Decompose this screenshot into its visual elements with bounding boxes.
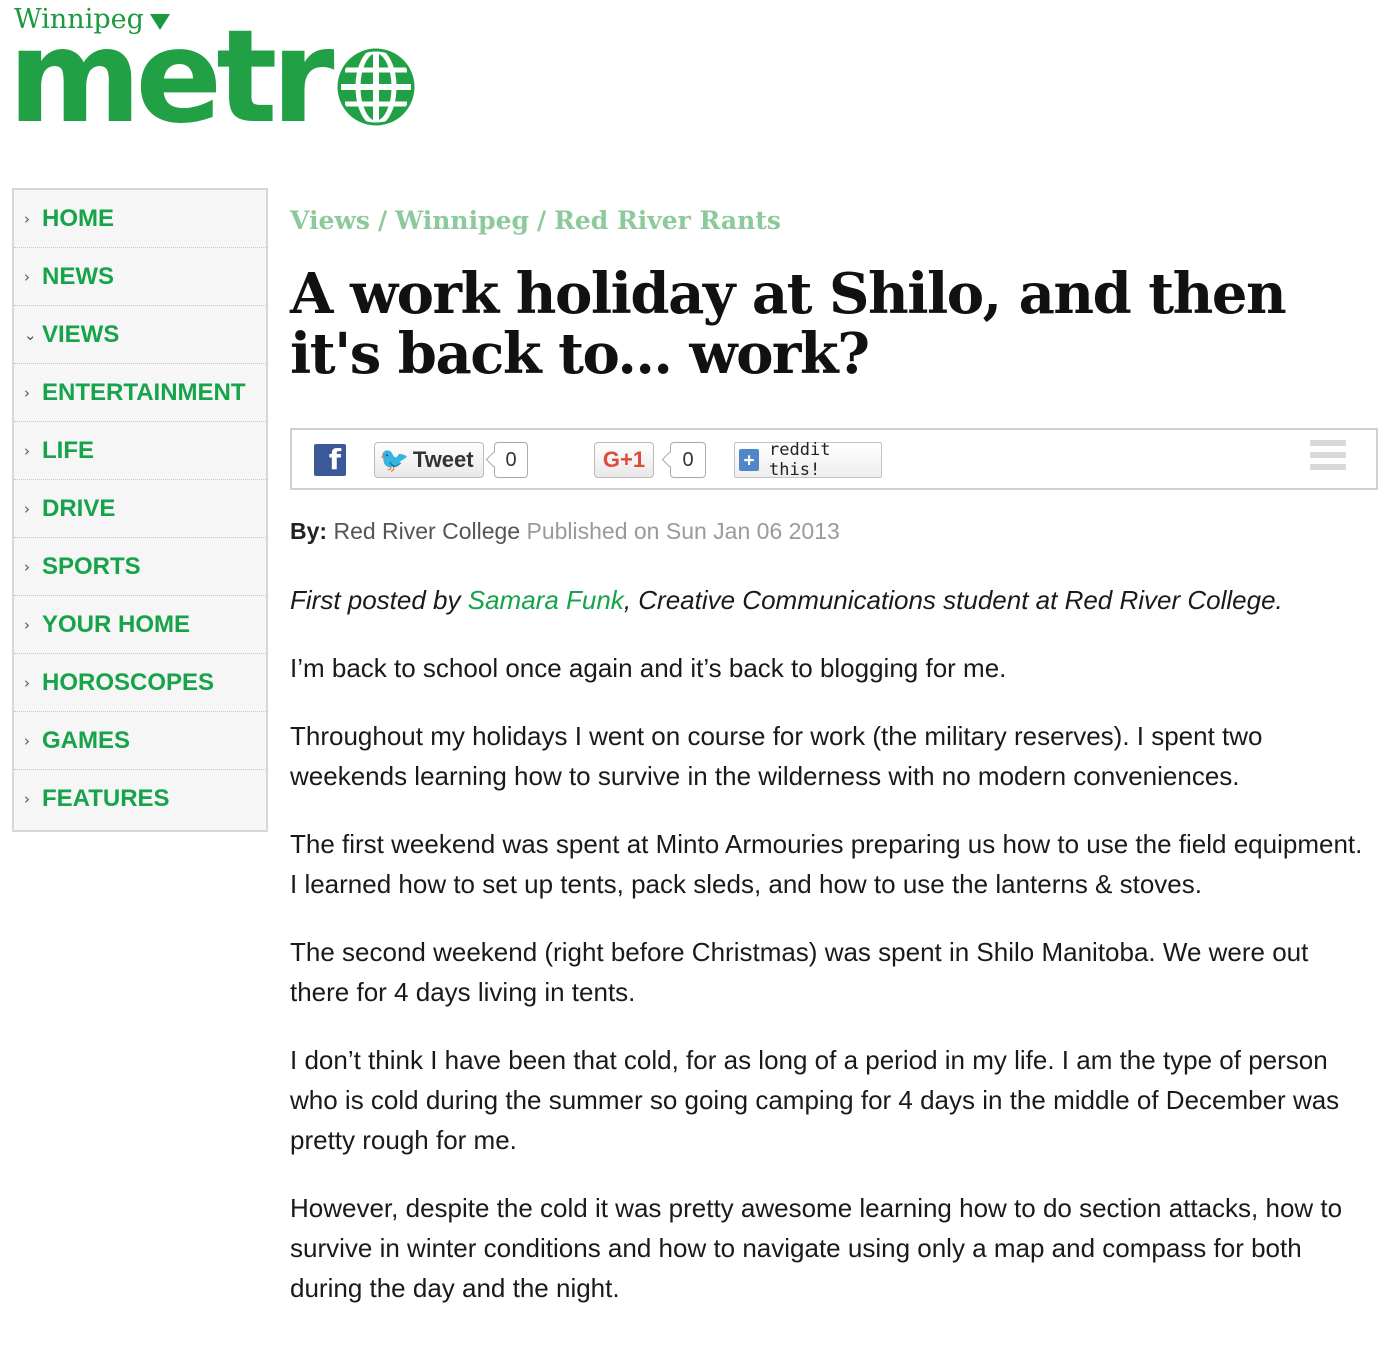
nav-item-games[interactable]: › GAMES <box>14 712 266 770</box>
nav-item-entertainment[interactable]: › ENTERTAINMENT <box>14 364 266 422</box>
chevron-right-icon: › <box>24 383 30 402</box>
nav-label: ENTERTAINMENT <box>42 378 246 406</box>
byline-author: Red River College <box>333 518 521 544</box>
article-paragraph: I’m back to school once again and it’s b… <box>290 653 1007 683</box>
nav-item-sports[interactable]: › SPORTS <box>14 538 266 596</box>
article-paragraph: However, despite the cold it was pretty … <box>290 1193 1343 1303</box>
nav-label: HOME <box>42 204 114 232</box>
breadcrumb-link-views[interactable]: Views <box>290 206 370 235</box>
nav-label: HOROSCOPES <box>42 668 215 696</box>
article-paragraph: Throughout my holidays I went on course … <box>290 721 1263 791</box>
breadcrumb-separator: / <box>377 205 388 235</box>
chevron-right-icon: › <box>24 209 30 228</box>
chevron-down-icon: ⌄ <box>24 325 37 344</box>
article-headline: A work holiday at Shilo, and then it's b… <box>290 261 1287 387</box>
nav-label: DRIVE <box>42 494 116 522</box>
reddit-label: reddit this! <box>769 440 831 480</box>
article-body: First posted by Samara Funk, Creative Co… <box>290 580 1370 1336</box>
nav-item-news[interactable]: › NEWS <box>14 248 266 306</box>
twitter-bird-icon: 🐦 <box>379 446 409 474</box>
article-paragraph: I don’t think I have been that cold, for… <box>290 1045 1340 1155</box>
globe-icon <box>337 48 414 126</box>
nav-label: LIFE <box>42 436 94 464</box>
nav-label: SPORTS <box>42 552 141 580</box>
menu-icon[interactable] <box>1310 440 1346 476</box>
google-plus-count: 0 <box>670 442 706 478</box>
publish-date: Published on Sun Jan 06 2013 <box>526 518 840 544</box>
breadcrumb-separator: / <box>536 205 547 235</box>
reddit-plus-icon: + <box>739 449 760 471</box>
breadcrumb: Views / Winnipeg / Red River Rants <box>290 200 1370 240</box>
nav-item-your-home[interactable]: › YOUR HOME <box>14 596 266 654</box>
chevron-right-icon: › <box>24 499 30 518</box>
chevron-right-icon: › <box>24 557 30 576</box>
intro-prefix: First posted by <box>290 585 468 615</box>
nav-item-features[interactable]: › FEATURES <box>14 770 266 828</box>
main-content: Views / Winnipeg / Red River Rants A wor… <box>290 200 1378 1303</box>
tweet-button[interactable]: 🐦 Tweet <box>374 442 484 478</box>
facebook-icon[interactable]: f <box>314 444 346 476</box>
nav-label: GAMES <box>42 726 131 754</box>
nav-label: YOUR HOME <box>42 610 191 638</box>
chevron-right-icon: › <box>24 790 30 808</box>
nav-item-life[interactable]: › LIFE <box>14 422 266 480</box>
logo-wordmark: metr <box>8 3 334 152</box>
nav-label: FEATURES <box>42 785 170 812</box>
chevron-right-icon: › <box>24 673 30 692</box>
nav-item-horoscopes[interactable]: › HOROSCOPES <box>14 654 266 712</box>
tweet-label: Tweet <box>412 447 474 472</box>
chevron-right-icon: › <box>24 615 30 634</box>
sidebar-nav: › HOME › NEWS ⌄ VIEWS › ENTERTAINMENT › … <box>12 188 268 832</box>
chevron-right-icon: › <box>24 267 30 286</box>
nav-label: NEWS <box>42 262 114 290</box>
article-paragraph: The second weekend (right before Christm… <box>290 937 1309 1007</box>
byline-label: By: <box>290 518 328 544</box>
metro-logo[interactable]: metr <box>8 3 417 152</box>
share-bar: f 🐦 Tweet 0 G+1 0 + reddit this! <box>290 428 1378 490</box>
intro-suffix: , Creative Communications student at Red… <box>623 585 1283 615</box>
breadcrumb-link-red-river-rants[interactable]: Red River Rants <box>554 206 781 235</box>
nav-item-home[interactable]: › HOME <box>14 190 266 248</box>
tweet-count: 0 <box>494 442 528 478</box>
chevron-right-icon: › <box>24 441 30 460</box>
article-intro: First posted by Samara Funk, Creative Co… <box>290 580 1370 620</box>
nav-label: VIEWS <box>42 320 120 348</box>
reddit-button[interactable]: + reddit this! <box>734 440 882 480</box>
byline: By: Red River College Published on Sun J… <box>290 518 840 545</box>
nav-item-drive[interactable]: › DRIVE <box>14 480 266 538</box>
chevron-right-icon: › <box>24 731 30 750</box>
nav-item-views[interactable]: ⌄ VIEWS <box>14 306 266 364</box>
google-plus-button[interactable]: G+1 <box>594 442 654 478</box>
author-link[interactable]: Samara Funk <box>468 585 624 615</box>
article-paragraph: The first weekend was spent at Minto Arm… <box>290 829 1363 899</box>
breadcrumb-link-winnipeg[interactable]: Winnipeg <box>395 206 529 235</box>
